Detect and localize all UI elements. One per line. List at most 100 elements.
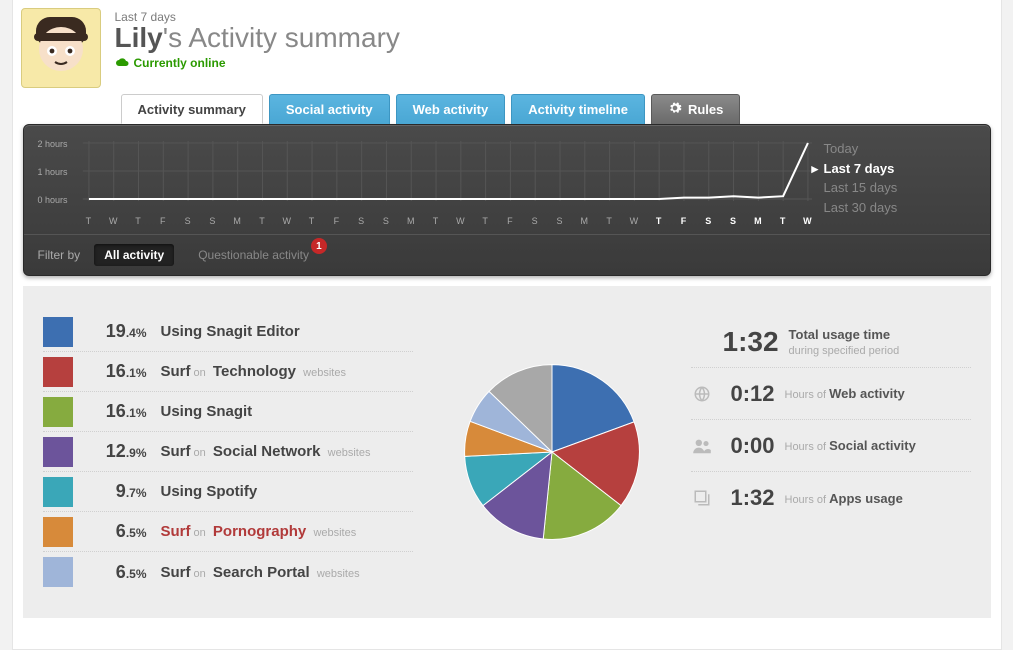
activity-percent: 12.9% (87, 441, 147, 462)
day-label: S (383, 216, 389, 226)
day-label: T (309, 216, 315, 226)
day-label: S (185, 216, 191, 226)
gear-icon (668, 101, 682, 118)
activity-label: Surfon Search Portal websites (161, 564, 363, 581)
activity-row[interactable]: 12.9% Surfon Social Network websites (43, 432, 413, 472)
day-label: T (656, 216, 662, 226)
activity-percent: 16.1% (87, 361, 147, 382)
user-avatar[interactable] (21, 8, 101, 88)
filter-all[interactable]: All activity (94, 244, 174, 266)
activity-body: 19.4% Using Snagit Editor 16.1% Surfon T… (23, 286, 991, 618)
filter-quest[interactable]: Questionable activity1 (188, 244, 319, 266)
range-selector: TodayLast 7 daysLast 15 daysLast 30 days (824, 135, 976, 226)
activity-label: Using Snagit (161, 403, 253, 420)
color-swatch (43, 517, 73, 547)
tab-timeline[interactable]: Activity timeline (511, 94, 645, 124)
filter-row: Filter by All activityQuestionable activ… (24, 235, 990, 275)
stat-label: Total usage timeduring specified period (789, 327, 900, 357)
color-swatch (43, 357, 73, 387)
color-swatch (43, 397, 73, 427)
day-label: S (556, 216, 562, 226)
timeline-chart[interactable]: 2 hours1 hours0 hoursTWTFSSMTWTFSSMTWTFS… (38, 135, 812, 226)
day-label: F (160, 216, 166, 226)
y-axis-label: 1 hours (38, 167, 68, 177)
day-label: T (259, 216, 265, 226)
activity-label: Surfon Technology websites (161, 363, 349, 380)
timeline-panel: 2 hours1 hours0 hoursTWTFSSMTWTFSSMTWTFS… (23, 124, 991, 276)
activity-percent: 9.7% (87, 481, 147, 502)
activity-percent: 19.4% (87, 321, 147, 342)
notification-badge: 1 (311, 238, 327, 254)
activity-row[interactable]: 9.7% Using Spotify (43, 472, 413, 512)
pie-chart-wrap (423, 312, 681, 592)
stat-row: 0:00 Hours of Social activity (691, 420, 971, 472)
y-axis-label: 0 hours (38, 195, 68, 205)
filter-options: All activity Questionable activity1 (94, 244, 319, 266)
activity-percent: 6.5% (87, 521, 147, 542)
stat-label: Hours of Social activity (785, 438, 916, 453)
activity-label: Using Snagit Editor (161, 323, 300, 340)
day-label: W (109, 216, 118, 226)
day-label: F (334, 216, 340, 226)
day-label: W (283, 216, 292, 226)
activity-row[interactable]: 16.1% Surfon Technology websites (43, 352, 413, 392)
stat-label: Hours of Apps usage (785, 491, 903, 506)
day-label: W (456, 216, 465, 226)
day-label: T (135, 216, 141, 226)
tab-web[interactable]: Web activity (396, 94, 506, 124)
header: Last 7 days Lily's Activity summary Curr… (13, 0, 1001, 88)
activity-row[interactable]: 6.5% Surfon Search Portal websites (43, 552, 413, 592)
pie-chart (457, 357, 647, 547)
day-label: S (532, 216, 538, 226)
activity-row[interactable]: 6.5% Surfon Pornography websites (43, 512, 413, 552)
day-label: T (780, 216, 786, 226)
color-swatch (43, 317, 73, 347)
activity-row[interactable]: 16.1% Using Snagit (43, 392, 413, 432)
day-label: W (630, 216, 639, 226)
avatar-face-icon (28, 15, 94, 81)
day-label: F (507, 216, 513, 226)
range-option[interactable]: Last 30 days (824, 198, 976, 218)
day-label: T (433, 216, 439, 226)
activity-percent: 6.5% (87, 562, 147, 583)
user-name: Lily (115, 22, 163, 53)
timeline-row: 2 hours1 hours0 hoursTWTFSSMTWTFSSMTWTFS… (24, 125, 990, 235)
color-swatch (43, 477, 73, 507)
stat-row: 0:12 Hours of Web activity (691, 368, 971, 420)
day-label: S (705, 216, 711, 226)
activity-row[interactable]: 19.4% Using Snagit Editor (43, 312, 413, 352)
day-label: T (482, 216, 488, 226)
usage-stats: 1:32 Total usage timeduring specified pe… (691, 312, 971, 592)
day-label: T (606, 216, 612, 226)
tab-summary[interactable]: Activity summary (121, 94, 263, 124)
day-label: F (681, 216, 687, 226)
activity-percent: 16.1% (87, 401, 147, 422)
day-label: S (209, 216, 215, 226)
online-status: Currently online (115, 56, 400, 70)
color-swatch (43, 557, 73, 587)
day-label: M (581, 216, 589, 226)
people-icon (691, 438, 713, 454)
stat-value: 0:12 (723, 381, 775, 407)
cloud-icon (115, 58, 129, 68)
page: Last 7 days Lily's Activity summary Curr… (12, 0, 1002, 650)
apps-icon (691, 489, 713, 507)
range-option[interactable]: Last 7 days (824, 159, 976, 179)
stat-row: 1:32 Hours of Apps usage (691, 472, 971, 524)
day-label: M (407, 216, 415, 226)
day-label: S (358, 216, 364, 226)
activity-label: Using Spotify (161, 483, 258, 500)
range-option[interactable]: Last 15 days (824, 178, 976, 198)
stat-value: 0:00 (723, 433, 775, 459)
day-label: M (754, 216, 762, 226)
range-option[interactable]: Today (824, 139, 976, 159)
tab-social[interactable]: Social activity (269, 94, 390, 124)
color-swatch (43, 437, 73, 467)
stat-value: 1:32 (723, 326, 779, 358)
stat-row: 1:32 Total usage timeduring specified pe… (691, 316, 971, 368)
tab-rules[interactable]: Rules (651, 94, 740, 124)
stat-label: Hours of Web activity (785, 386, 905, 401)
stat-value: 1:32 (723, 485, 775, 511)
globe-icon (691, 385, 713, 403)
activity-label: Surfon Social Network websites (161, 443, 374, 460)
